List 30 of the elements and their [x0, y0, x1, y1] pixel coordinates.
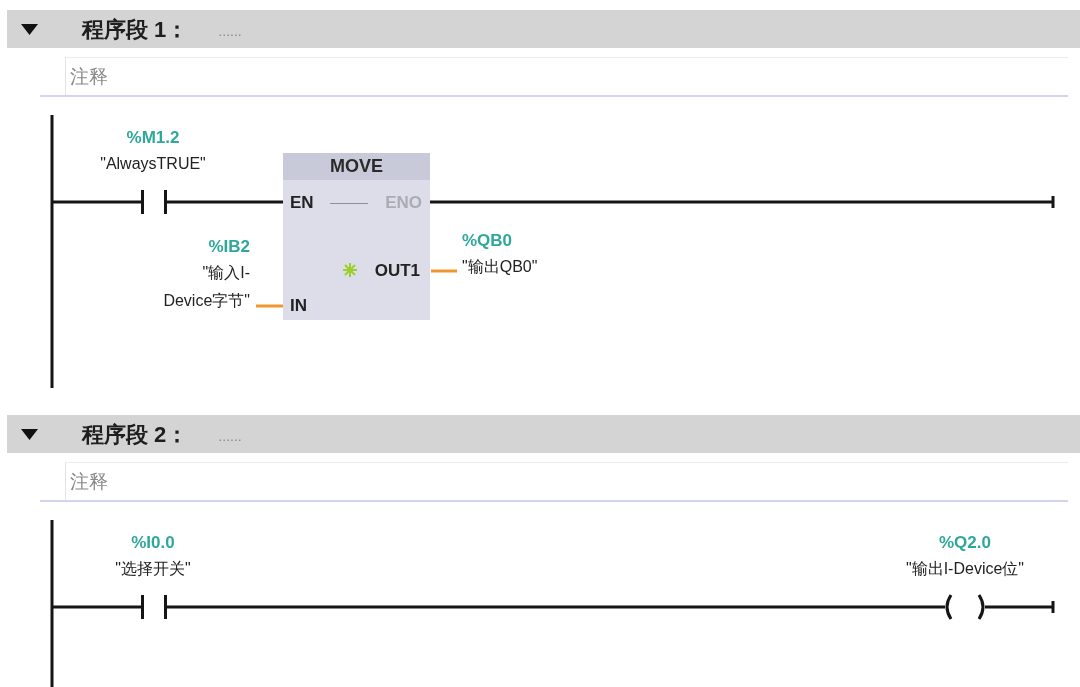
caret-down-icon[interactable]	[21, 428, 38, 440]
operand-wire	[256, 304, 283, 308]
contact-symbol	[141, 595, 167, 619]
operand-address: %M1.2	[126, 127, 180, 149]
caret-down-icon[interactable]	[21, 23, 38, 35]
network-title: 程序段 2：	[82, 420, 189, 449]
pin-label: IN	[290, 296, 307, 316]
contact-symbol	[141, 190, 167, 214]
operand-address: %I0.0	[131, 532, 175, 554]
sparkle-icon	[343, 263, 357, 277]
operand-symbol: "输出I-Device位"	[905, 559, 1024, 579]
title-field[interactable]: ......	[218, 421, 419, 447]
operand-symbol: "选择开关"	[115, 559, 191, 579]
operand-wire	[431, 269, 457, 273]
operand-symbol: "输入I-Device字节"	[162, 263, 250, 311]
bypass-line	[330, 203, 368, 204]
comment-field[interactable]: 注释	[65, 462, 1068, 500]
comment-field[interactable]: 注释	[65, 57, 1068, 95]
coil-symbol	[945, 594, 985, 620]
pin-label: EN	[290, 193, 314, 213]
operand-address: %Q2.0	[939, 532, 991, 554]
operand-symbol: "AlwaysTRUE"	[100, 154, 206, 174]
operand-symbol: "输出QB0"	[462, 257, 538, 277]
block-title: MOVE	[283, 153, 430, 180]
rung-wire	[985, 601, 1055, 613]
operand-address: %IB2	[208, 236, 250, 258]
title-field[interactable]: ......	[218, 16, 419, 42]
pin-label: OUT1	[374, 261, 420, 281]
network-title: 程序段 1：	[82, 15, 189, 44]
operand-address: %QB0	[462, 230, 513, 252]
